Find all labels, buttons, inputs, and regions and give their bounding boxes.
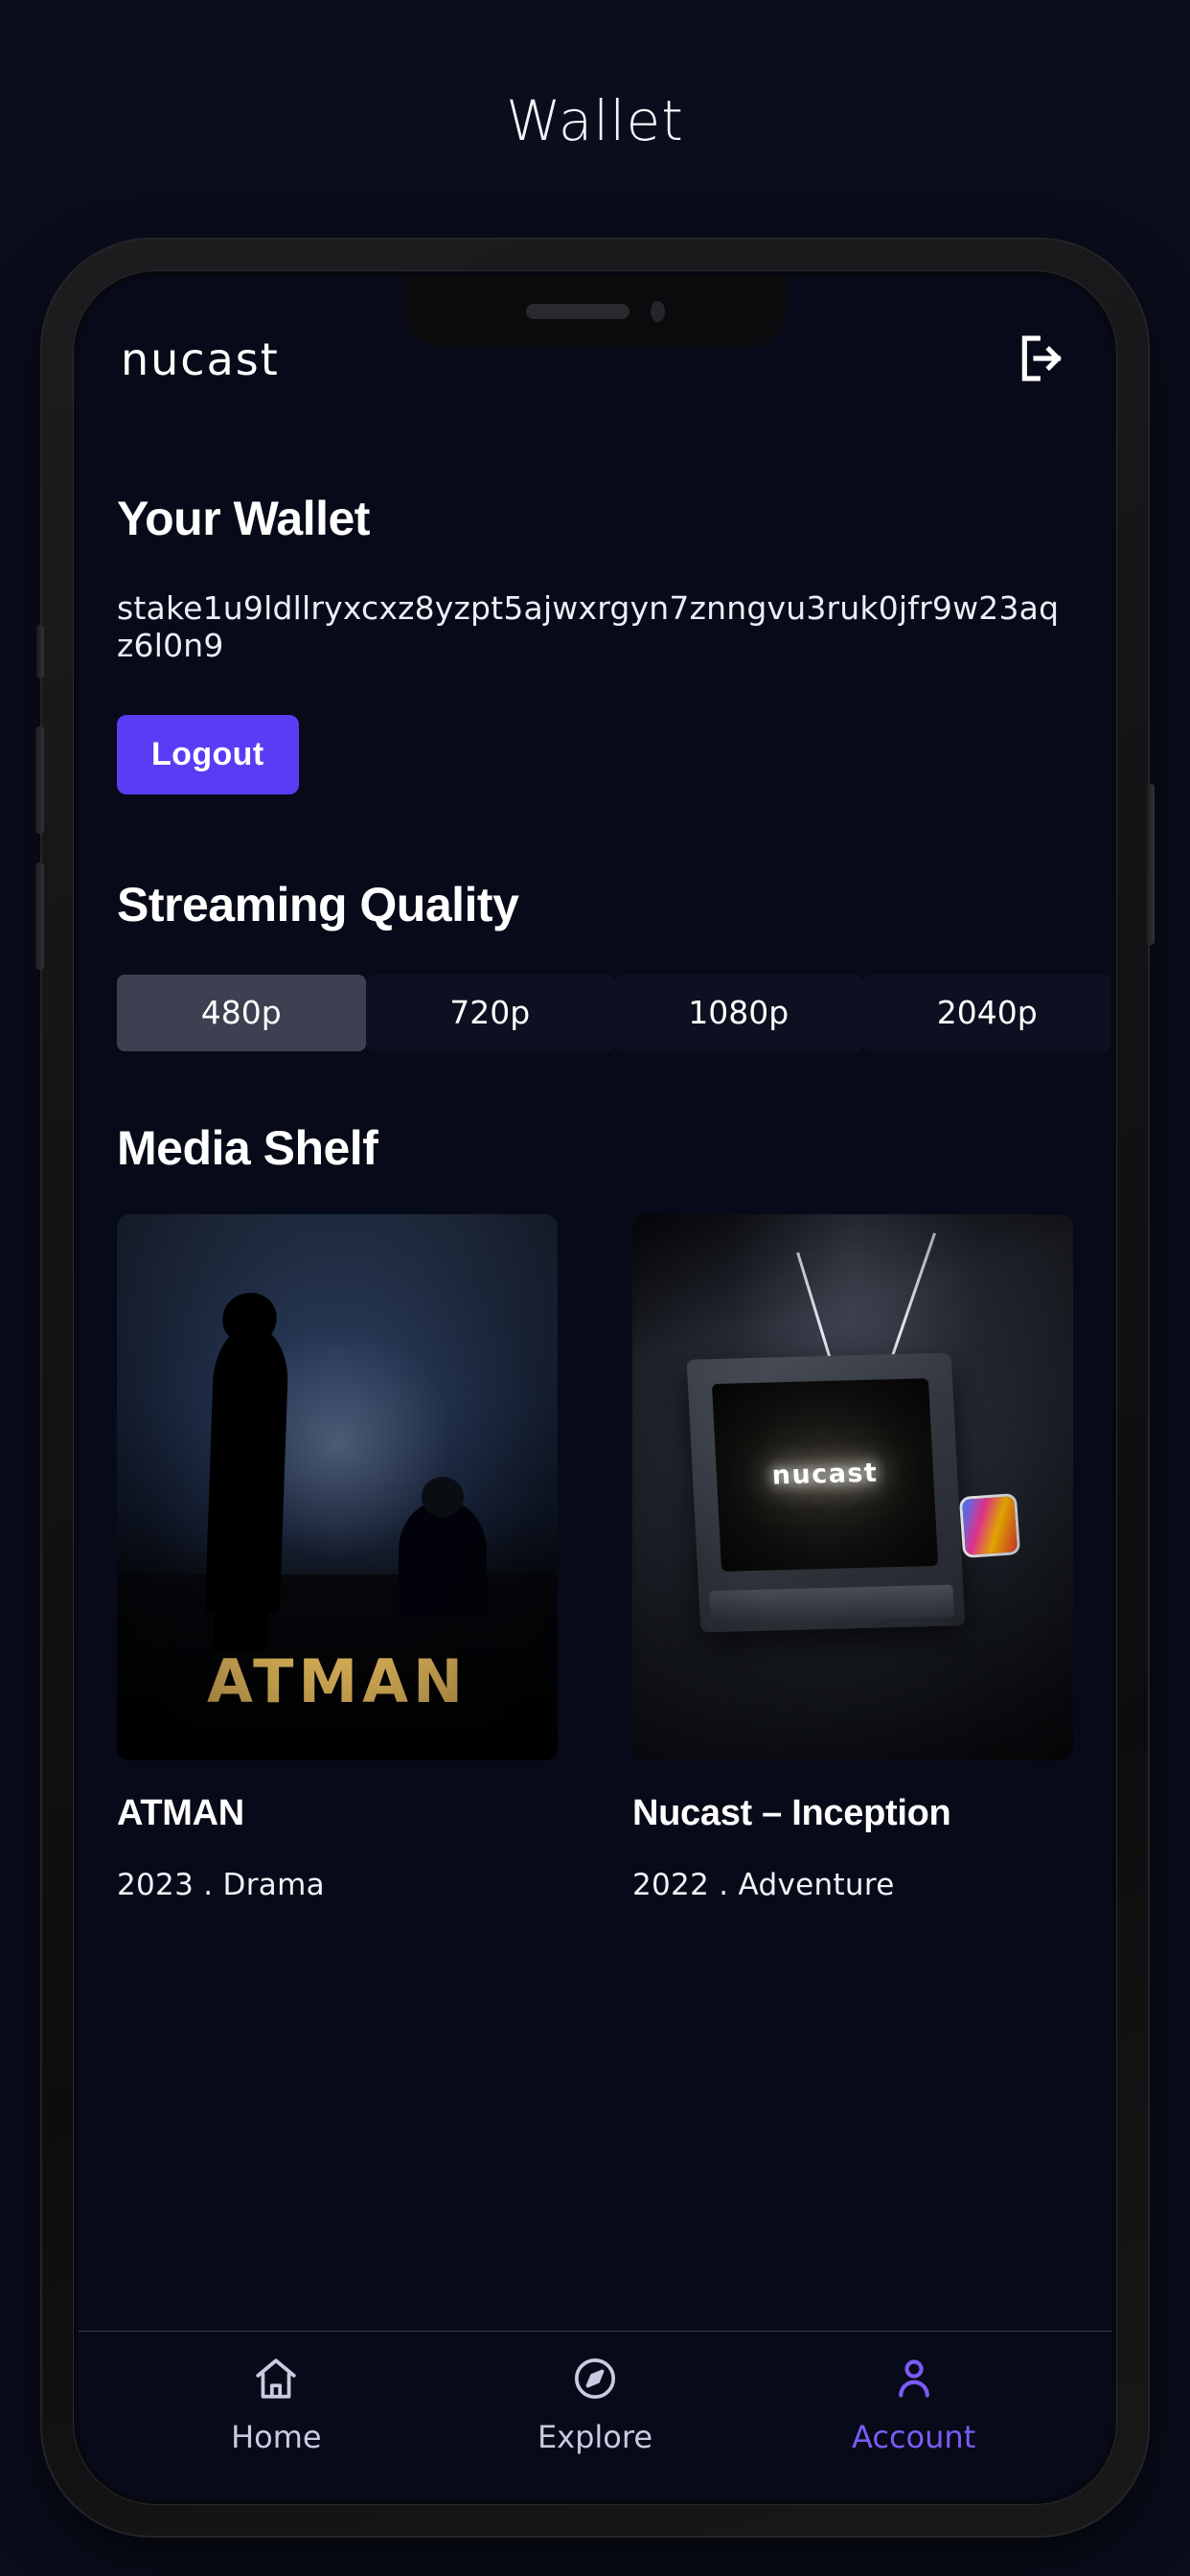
media-poster-atman[interactable]: ATMAN: [117, 1213, 558, 1760]
poster-screen-text: nucast: [771, 1459, 880, 1491]
phone-power-button: [1146, 784, 1155, 945]
poster-crt-base: [709, 1584, 955, 1624]
media-shelf-heading: Media Shelf: [117, 1120, 378, 1175]
home-icon: [252, 2355, 300, 2407]
sign-out-icon[interactable]: [1016, 332, 1069, 385]
nav-item-home[interactable]: Home: [180, 2355, 372, 2455]
streaming-quality-heading: Streaming Quality: [117, 877, 519, 932]
front-camera-icon: [650, 301, 665, 322]
media-title: ATMAN: [117, 1792, 244, 1833]
logout-button[interactable]: Logout: [117, 714, 299, 794]
quality-option-1080p[interactable]: 1080p: [614, 974, 863, 1051]
nucast-logo: nucast: [121, 334, 280, 385]
poster-crt-television: nucast: [686, 1352, 966, 1633]
quality-option-720p[interactable]: 720p: [365, 974, 614, 1051]
quality-option-2040p[interactable]: 2040p: [862, 974, 1111, 1051]
earpiece-speaker: [525, 304, 629, 319]
streaming-quality-options: 480p 720p 1080p 2040p: [117, 974, 1111, 1051]
media-card[interactable]: ATMAN ATMAN 2023 . Drama: [117, 1213, 558, 1903]
nav-item-account[interactable]: Account: [818, 2355, 1010, 2455]
phone-notch: [403, 276, 787, 347]
page-title: Wallet: [506, 88, 684, 153]
poster-standing-figure: [204, 1324, 289, 1613]
media-poster-nucast-inception[interactable]: nucast: [632, 1213, 1073, 1760]
nav-label-home: Home: [231, 2419, 322, 2455]
nav-label-explore: Explore: [537, 2419, 653, 2455]
wallet-address: stake1u9ldllryxcxz8yzpt5ajwxrgyn7znngvu3…: [117, 589, 1060, 664]
phone-volume-down-button: [35, 862, 44, 970]
media-meta: 2022 . Adventure: [632, 1868, 895, 1903]
poster-wordmark: ATMAN: [206, 1645, 469, 1716]
phone-bezel: nucast Your Wallet stake1u9ldllryxcxz8yz…: [73, 270, 1117, 2505]
poster-seated-figure: [399, 1476, 488, 1619]
bottom-navigation-bar: Home Explore Account: [79, 2331, 1111, 2499]
phone-screen: nucast Your Wallet stake1u9ldllryxcxz8yz…: [79, 276, 1111, 2499]
media-meta: 2023 . Drama: [117, 1868, 325, 1903]
nav-item-explore[interactable]: Explore: [499, 2355, 691, 2455]
media-shelf-grid: ATMAN ATMAN 2023 . Drama nucast Nucast –…: [117, 1213, 1073, 1903]
quality-option-480p[interactable]: 480p: [117, 974, 366, 1051]
media-shelf-section: Media Shelf ATMAN ATMAN 2023 . Drama nuc…: [117, 1120, 1073, 1902]
phone-volume-up-button: [35, 726, 44, 834]
app-scroll-area[interactable]: nucast Your Wallet stake1u9ldllryxcxz8yz…: [79, 276, 1111, 2331]
compass-icon: [571, 2355, 619, 2407]
wallet-heading: Your Wallet: [117, 492, 370, 545]
person-icon: [890, 2355, 938, 2407]
wallet-section: Your Wallet stake1u9ldllryxcxz8yzpt5ajwx…: [117, 491, 1073, 794]
poster-sticker: [962, 1496, 1018, 1556]
media-title: Nucast – Inception: [632, 1792, 951, 1833]
nucast-app: nucast Your Wallet stake1u9ldllryxcxz8yz…: [79, 276, 1111, 2499]
poster-crt-screen: nucast: [712, 1377, 939, 1573]
media-card[interactable]: nucast Nucast – Inception 2022 . Adventu…: [632, 1213, 1073, 1903]
streaming-quality-section: Streaming Quality 480p 720p 1080p 2040p: [117, 877, 1111, 1051]
nav-label-account: Account: [852, 2419, 976, 2455]
phone-device-frame: nucast Your Wallet stake1u9ldllryxcxz8yz…: [35, 238, 1155, 2538]
phone-mute-switch: [36, 625, 44, 678]
